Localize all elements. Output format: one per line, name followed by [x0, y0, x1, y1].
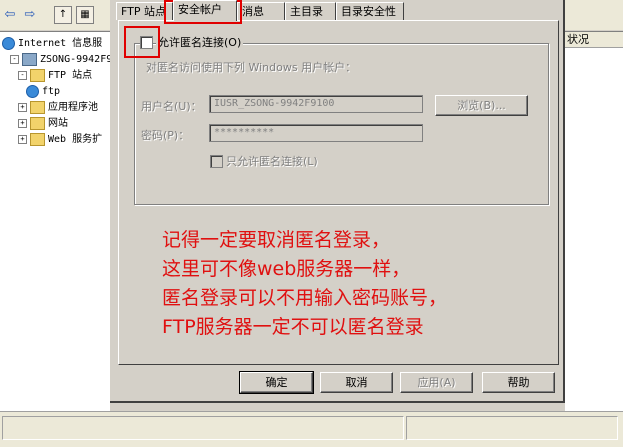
browse-button[interactable]: 浏览(B)...: [435, 95, 528, 116]
password-label: 密码(P)：: [141, 129, 190, 142]
cancel-button[interactable]: 取消: [320, 372, 393, 393]
forward-arrow-icon[interactable]: ⇨: [22, 7, 38, 23]
tab-directory-security[interactable]: 目录安全性: [336, 2, 404, 20]
annotation-line: 记得一定要取消匿名登录，: [162, 229, 391, 251]
status-segment: [406, 416, 618, 440]
tree-item-label: ftp: [42, 86, 61, 97]
username-label: 用户名(U)：: [141, 100, 202, 113]
collapse-icon[interactable]: -: [18, 70, 27, 80]
only-anonymous-label[interactable]: 只允许匿名连接(L): [226, 153, 318, 169]
help-button[interactable]: 帮助: [482, 372, 555, 393]
folder-icon: [30, 116, 45, 130]
detail-pane: 状况: [565, 31, 623, 412]
allow-anonymous-label[interactable]: 允许匿名连接(O): [156, 34, 244, 50]
tree-item[interactable]: Internet 信息服: [2, 36, 102, 52]
folder-icon: [30, 68, 45, 82]
tree-item[interactable]: + 网站: [18, 116, 68, 132]
password-field[interactable]: **********: [209, 124, 423, 142]
collapse-icon[interactable]: -: [10, 54, 19, 64]
tree-item-label: ZSONG-9942F9: [40, 54, 113, 65]
tree-item-label: 网站: [48, 118, 68, 129]
expand-icon[interactable]: +: [18, 134, 27, 144]
tab-home-directory[interactable]: 主目录: [285, 2, 336, 20]
tab-security-accounts[interactable]: 安全帐户: [173, 0, 237, 21]
annotation-text: 记得一定要取消匿名登录， 这里可不像web服务器一样， 匿名登录可以不用输入密码…: [162, 226, 447, 342]
tree-item[interactable]: + Web 服务扩: [18, 132, 102, 148]
folder-icon: [30, 100, 45, 114]
tab-messages[interactable]: 消息: [237, 2, 285, 20]
tree-item-label: FTP 站点: [48, 70, 93, 81]
tree-item-label: Web 服务扩: [48, 134, 103, 145]
column-header-status[interactable]: 状况: [565, 32, 623, 48]
only-anonymous-checkbox[interactable]: [210, 155, 223, 168]
expand-icon[interactable]: +: [18, 102, 27, 112]
anonymous-hint: 对匿名访问使用下列 Windows 用户帐户：: [146, 61, 357, 74]
tree-item[interactable]: + 应用程序池: [18, 100, 98, 116]
pc-icon: [22, 52, 37, 66]
status-segment: [2, 416, 404, 440]
globe-icon: [2, 36, 15, 50]
tree-item[interactable]: ftp: [26, 84, 60, 100]
status-bar: [0, 411, 623, 447]
tree-item[interactable]: - FTP 站点: [18, 68, 92, 84]
back-arrow-icon[interactable]: ⇦: [2, 7, 18, 23]
up-folder-icon[interactable]: ↑: [54, 6, 72, 24]
username-field[interactable]: IUSR_ZSONG-9942F9100: [209, 95, 423, 113]
annotation-line: FTP服务器一定不可以匿名登录: [162, 316, 424, 338]
tree-item-label: Internet 信息服: [18, 38, 103, 49]
tree-item-label: 应用程序池: [48, 102, 98, 113]
apply-button[interactable]: 应用(A): [400, 372, 473, 393]
folder-icon: [30, 132, 45, 146]
ftp-properties-dialog: FTP 站点 安全帐户 消息 主目录 目录安全性 允许匿名连接(O) 对匿名访问…: [110, 0, 565, 403]
ok-button[interactable]: 确定: [239, 371, 314, 394]
expand-icon[interactable]: +: [18, 118, 27, 128]
globe-icon: [26, 84, 39, 98]
tree-item[interactable]: - ZSONG-9942F9: [10, 52, 112, 68]
annotation-line: 匿名登录可以不用输入密码账号，: [162, 287, 448, 309]
annotation-line: 这里可不像web服务器一样，: [162, 258, 411, 280]
tree-pane: Internet 信息服 - ZSONG-9942F9 - FTP 站点 ftp + 应用程序…: [0, 31, 112, 412]
allow-anonymous-checkbox[interactable]: [140, 36, 153, 49]
show-tree-icon[interactable]: ▦: [76, 6, 94, 24]
tab-ftp-site[interactable]: FTP 站点: [116, 2, 173, 20]
